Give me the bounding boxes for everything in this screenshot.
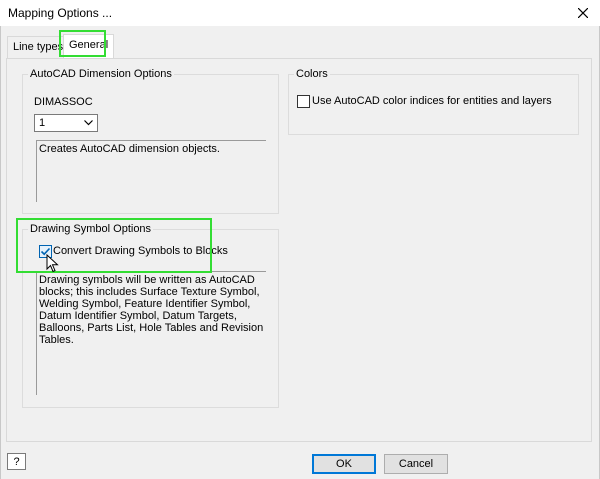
tab-highlight-box xyxy=(59,30,106,57)
cancel-button[interactable]: Cancel xyxy=(384,454,448,474)
ok-button-label: OK xyxy=(336,458,352,470)
colors-checkbox-label: Use AutoCAD color indices for entities a… xyxy=(312,95,552,107)
dimassoc-label: DIMASSOC xyxy=(34,96,93,108)
chevron-down-icon xyxy=(84,120,93,126)
help-icon: ? xyxy=(13,455,20,468)
autocad-dimension-title: AutoCAD Dimension Options xyxy=(28,68,174,80)
ok-button[interactable]: OK xyxy=(312,454,376,474)
tab-line-types-label: Line types xyxy=(13,41,64,53)
close-icon xyxy=(578,8,588,18)
dimassoc-value: 1 xyxy=(39,117,46,129)
close-button[interactable] xyxy=(566,0,600,26)
cancel-button-label: Cancel xyxy=(398,458,434,470)
colors-group: Colors Use AutoCAD color indices for ent… xyxy=(288,68,579,135)
title-bar: Mapping Options ... xyxy=(0,0,600,26)
dimension-description: Creates AutoCAD dimension objects. xyxy=(36,140,266,202)
help-button[interactable]: ? xyxy=(7,453,26,470)
drawing-symbol-description: Drawing symbols will be written as AutoC… xyxy=(36,271,266,395)
colors-title: Colors xyxy=(294,68,330,80)
autocad-dimension-group: AutoCAD Dimension Options DIMASSOC 1 Cre… xyxy=(22,68,279,214)
dimassoc-select[interactable]: 1 xyxy=(34,114,98,132)
window-title: Mapping Options ... xyxy=(8,6,113,20)
colors-checkbox[interactable] xyxy=(297,95,310,108)
mouse-cursor-icon xyxy=(46,254,59,273)
